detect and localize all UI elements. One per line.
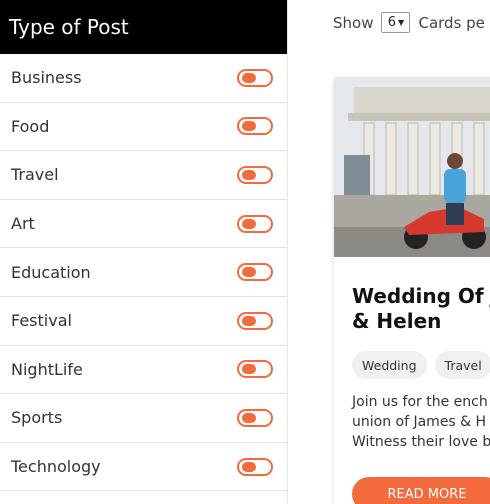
filter-item-education: Education [0, 248, 287, 297]
filter-label: Festival [11, 311, 72, 331]
tag-wedding[interactable]: Wedding [352, 351, 427, 379]
toggle-knob [242, 169, 256, 180]
filter-label: Food [11, 116, 50, 136]
per-page-value: 6 [387, 15, 397, 30]
sidebar-title: Type of Post [0, 0, 287, 54]
cards-per-label: Cards pe [418, 13, 485, 32]
filter-item-technology: Technology [0, 443, 287, 492]
technology-toggle[interactable] [237, 457, 273, 476]
business-toggle[interactable] [237, 68, 273, 87]
card-description: Join us for the ench union of James & H … [352, 394, 490, 450]
per-page-select[interactable]: 6 ▼ [381, 12, 411, 33]
filter-item-nightlife: NightLife [0, 346, 287, 395]
filter-label: Education [11, 262, 91, 282]
education-toggle[interactable] [237, 263, 273, 282]
filter-sidebar: Type of Post Business Food Travel Art Ed… [0, 0, 288, 504]
filter-item-travel: Travel [0, 151, 287, 200]
filter-item-business: Business [0, 54, 287, 103]
pagination-toolbar: Show 6 ▼ Cards pe [333, 12, 485, 33]
wedding-photo [334, 77, 490, 257]
filter-item-food: Food [0, 103, 287, 152]
toggle-knob [242, 461, 256, 472]
read-more-button[interactable]: READ MORE [352, 477, 490, 504]
festival-toggle[interactable] [237, 311, 273, 330]
filter-item-art: Art [0, 200, 287, 249]
chevron-down-icon: ▼ [398, 18, 405, 27]
toggle-knob [242, 121, 256, 132]
nightlife-toggle[interactable] [237, 360, 273, 379]
toggle-knob [242, 364, 256, 375]
post-card[interactable]: Wedding Of J & Helen Wedding Travel Join… [334, 77, 490, 504]
art-toggle[interactable] [237, 214, 273, 233]
toggle-knob [242, 315, 256, 326]
filter-label: NightLife [11, 359, 83, 379]
sports-toggle[interactable] [237, 408, 273, 427]
filter-label: Art [11, 214, 35, 234]
filter-label: Technology [11, 457, 101, 477]
tag-list: Wedding Travel [352, 351, 490, 379]
card-title[interactable]: Wedding Of J & Helen [352, 284, 490, 334]
travel-toggle[interactable] [237, 165, 273, 184]
toggle-knob [242, 218, 256, 229]
food-toggle[interactable] [237, 117, 273, 136]
filter-item-festival: Festival [0, 297, 287, 346]
filter-label: Business [11, 68, 82, 88]
filter-list: Business Food Travel Art Education Festi… [0, 54, 287, 492]
filter-item-sports: Sports [0, 394, 287, 443]
toggle-knob [242, 412, 256, 423]
show-label: Show [333, 13, 374, 32]
filter-label: Sports [11, 408, 63, 428]
tag-travel[interactable]: Travel [434, 351, 490, 379]
filter-label: Travel [11, 165, 59, 185]
main-content: Show 6 ▼ Cards pe Wedding Of & Helen Wed… [288, 0, 490, 504]
card-image [334, 77, 490, 257]
toggle-knob [242, 72, 256, 83]
toggle-knob [242, 267, 256, 278]
